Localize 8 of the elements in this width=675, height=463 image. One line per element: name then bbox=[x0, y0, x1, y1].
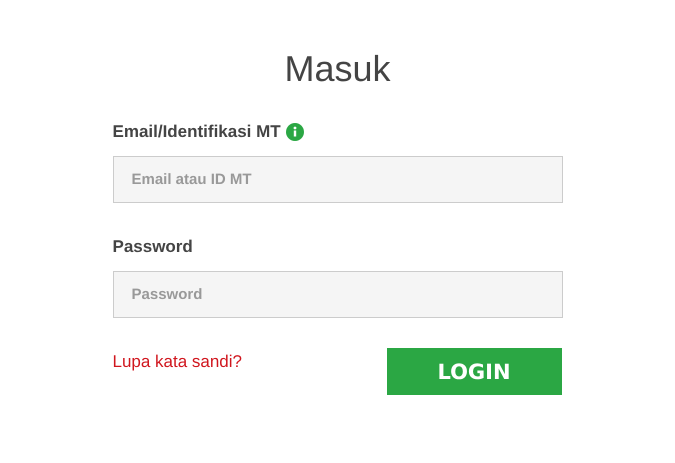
page-title: Masuk bbox=[284, 47, 391, 91]
input-field[interactable]: Password bbox=[112, 271, 562, 318]
login-button[interactable]: LOGIN bbox=[386, 348, 562, 395]
field-label: Email/Identifikasi MT bbox=[112, 121, 281, 143]
input-field[interactable]: Email atau ID MT bbox=[112, 156, 562, 203]
info-icon[interactable] bbox=[286, 123, 304, 141]
forgot-password-link[interactable]: Lupa kata sandi? bbox=[112, 352, 242, 372]
field-label: Password bbox=[112, 236, 193, 258]
